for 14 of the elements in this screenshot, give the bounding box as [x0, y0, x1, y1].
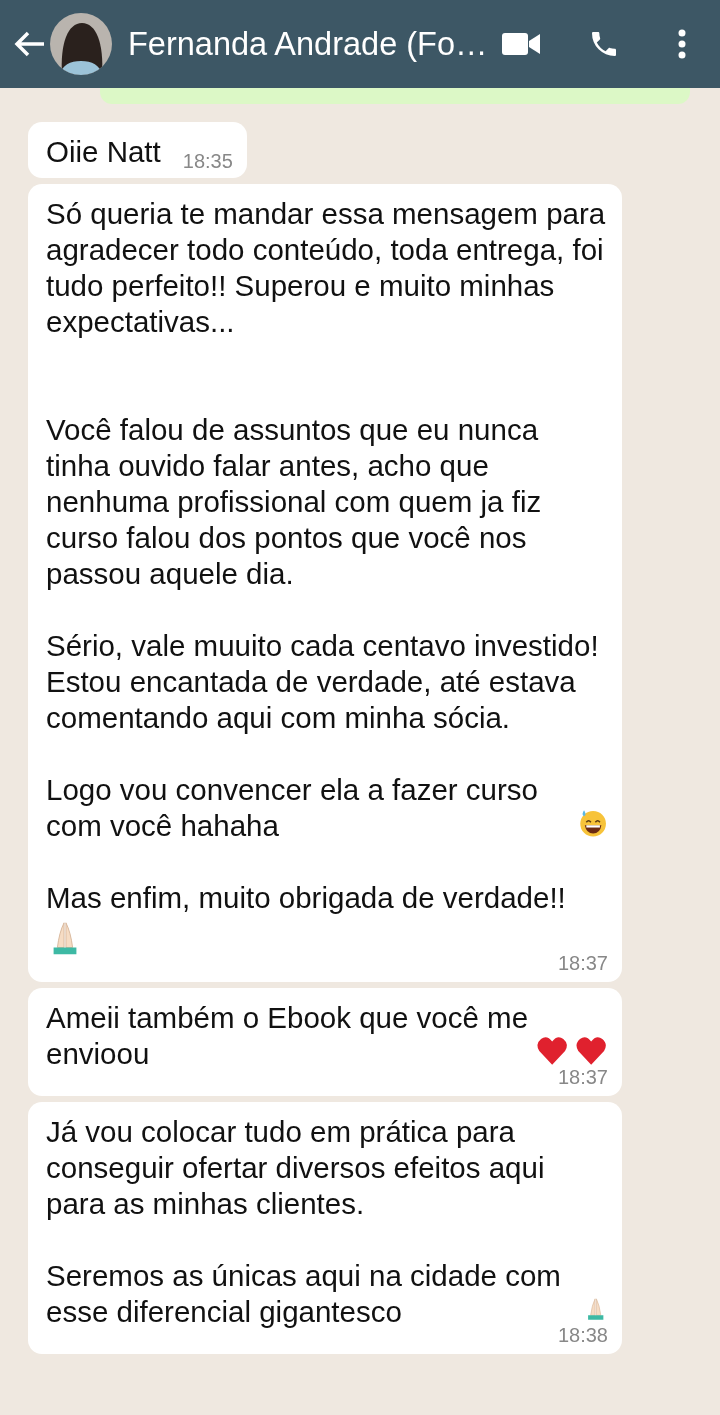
back-icon[interactable] — [14, 30, 46, 58]
message-time: 18:35 — [182, 150, 233, 172]
message-time: 18:37 — [557, 952, 608, 974]
message-text: Mas enfim, muito obrigada de verdade!! — [46, 880, 566, 916]
menu-icon[interactable] — [678, 29, 686, 59]
message-text: Já vou colocar tudo em prática para conseguir ofertar diversos efeitos aqui para as minhas clientes. — [46, 1114, 546, 1222]
message-text: Sério, vale muuito cada centavo investido! Estou encantada de verdade, até estava comentando aqui com minha sócia. — [46, 628, 600, 736]
message-text: Oiie Natt — [46, 134, 161, 170]
message-text: Só queria te mandar essa mensagem para agradecer todo conteúdo, toda entrega, foi tudo perfeito!! Superou e muito minhas expectativas... — [46, 196, 607, 340]
message-text: Ameii também o Ebook que você me envioou — [46, 1000, 530, 1072]
message-text: Logo vou convencer ela a fazer curso com você hahaha — [46, 772, 539, 844]
message-time: 18:37 — [557, 1066, 608, 1088]
video-call-icon[interactable] — [502, 32, 540, 56]
message-text: Você falou de assuntos que eu nunca tinha ouvido falar antes, acho que nenhuma profissional com quem ja fiz curso falou dos pontos que você nos passou aquele dia. — [46, 412, 543, 592]
